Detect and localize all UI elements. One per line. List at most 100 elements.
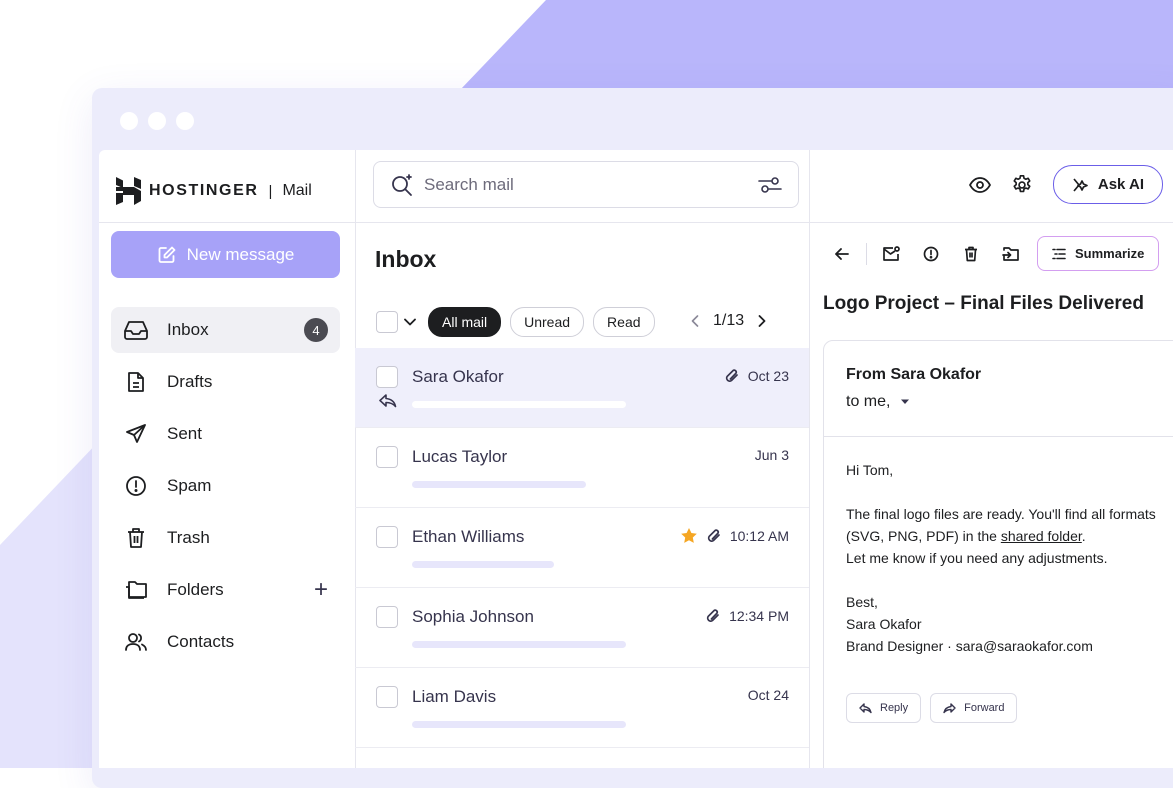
signature-name: Sara Okafor	[846, 616, 922, 632]
sidebar-item-label: Spam	[167, 476, 212, 495]
reply-button[interactable]: Reply	[846, 693, 922, 723]
sidebar-item-spam[interactable]: Spam	[111, 463, 340, 509]
brand[interactable]: HOSTINGER | Mail	[116, 177, 312, 205]
toolbar-divider	[866, 242, 867, 265]
summarize-button[interactable]: Summarize	[1037, 236, 1160, 271]
row-meta: 10:12 AM	[680, 527, 789, 545]
filter-settings-icon[interactable]	[758, 175, 782, 195]
chevron-left-icon[interactable]	[691, 315, 699, 327]
row-date: Jun 3	[754, 447, 789, 463]
new-message-label: New message	[186, 244, 295, 264]
window-dot[interactable]	[120, 112, 138, 130]
chevron-down-icon[interactable]	[404, 318, 416, 326]
email-to: to me,	[846, 393, 891, 410]
row-meta: Oct 24	[748, 687, 789, 703]
list-item[interactable]: Sara Okafor Oct 23	[355, 348, 809, 428]
folder-icon	[123, 577, 149, 603]
ask-ai-label: Ask AI	[1097, 176, 1144, 193]
select-all-checkbox[interactable]	[376, 311, 398, 333]
sender-name: Ethan Williams	[412, 527, 525, 546]
attachment-icon	[725, 369, 738, 382]
move-button[interactable]	[1001, 244, 1021, 264]
row-checkbox[interactable]	[376, 446, 398, 468]
ask-ai-button[interactable]: Ask AI	[1052, 165, 1163, 204]
mail-list-pane: Search mail Inbox All mail Unread Read 1…	[355, 150, 810, 768]
sender-name: Sara Okafor	[412, 367, 504, 386]
email-paragraph: The final logo files are ready. You'll f…	[846, 503, 1173, 547]
forward-icon	[943, 702, 956, 713]
row-date: Oct 24	[747, 687, 789, 703]
list-summary-icon	[1052, 248, 1066, 259]
drafts-icon	[123, 369, 149, 395]
unread-count-badge: 4	[304, 318, 328, 342]
hostinger-logo-icon	[116, 177, 141, 205]
email-actions: Reply Forward	[846, 693, 1018, 723]
sidebar-item-label: Inbox	[167, 320, 209, 339]
filter-all-mail[interactable]: All mail	[428, 307, 502, 337]
row-checkbox[interactable]	[376, 366, 398, 388]
email-card: From Sara Okafor to me, Hi Tom, The fina…	[823, 340, 1173, 768]
email-subject: Logo Project – Final Files Delivered	[823, 293, 1144, 314]
shared-folder-link[interactable]: shared folder	[1001, 528, 1082, 544]
sidebar-item-label: Sent	[167, 424, 202, 443]
sidebar-item-inbox[interactable]: Inbox 4	[111, 307, 340, 353]
list-item[interactable]: Liam Davis Oct 24	[355, 668, 809, 748]
reply-label: Reply	[880, 702, 909, 714]
filter-unread[interactable]: Unread	[510, 307, 585, 337]
sidebar-item-label: Folders	[167, 580, 224, 599]
mark-unread-button[interactable]	[881, 244, 901, 264]
chevron-right-icon[interactable]	[758, 315, 766, 327]
email-header	[824, 341, 1173, 437]
search-bar[interactable]: Search mail	[373, 161, 799, 208]
row-checkbox[interactable]	[376, 686, 398, 708]
email-greeting: Hi Tom,	[846, 462, 894, 478]
new-message-button[interactable]: New message	[111, 231, 340, 278]
preview-placeholder	[412, 561, 554, 568]
sender-name: Lucas Taylor	[412, 447, 508, 466]
window-dot[interactable]	[148, 112, 166, 130]
window-controls	[120, 112, 194, 130]
summarize-label: Summarize	[1075, 246, 1145, 261]
preview-placeholder	[412, 641, 626, 648]
mail-filters: All mail Unread Read	[376, 307, 664, 337]
attachment-icon	[707, 529, 720, 542]
email-body: Hi Tom, The final logo files are ready. …	[846, 459, 1173, 657]
page-title: Inbox	[375, 246, 437, 272]
email-recipients[interactable]: to me,	[846, 393, 910, 411]
list-item[interactable]: Ethan Williams 10:12 AM	[355, 508, 809, 588]
preview-placeholder	[412, 401, 626, 408]
arrow-left-icon	[835, 247, 849, 260]
preview-placeholder	[412, 721, 626, 728]
preview-placeholder	[412, 481, 586, 488]
filter-read[interactable]: Read	[593, 307, 655, 337]
back-button[interactable]	[832, 244, 852, 264]
mail-list: Sara Okafor Oct 23 Lucas Taylor Jun 3 Et…	[355, 348, 809, 748]
row-checkbox[interactable]	[376, 606, 398, 628]
sidebar-item-drafts[interactable]: Drafts	[111, 359, 340, 405]
page-indicator: 1/13	[713, 312, 745, 329]
list-item[interactable]: Lucas Taylor Jun 3	[355, 428, 809, 508]
row-checkbox[interactable]	[376, 526, 398, 548]
sidebar-item-contacts[interactable]: Contacts	[111, 619, 340, 665]
report-spam-button[interactable]	[921, 244, 941, 264]
forward-label: Forward	[964, 702, 1005, 714]
list-item[interactable]: Sophia Johnson 12:34 PM	[355, 588, 809, 668]
eye-icon[interactable]	[968, 176, 991, 193]
row-meta: 12:34 PM	[705, 607, 789, 625]
delete-button[interactable]	[961, 244, 981, 264]
row-meta: Oct 23	[724, 367, 789, 385]
add-folder-button[interactable]: +	[314, 578, 328, 602]
star-icon[interactable]	[680, 527, 698, 545]
caret-down-icon	[901, 399, 910, 404]
sidebar-item-sent[interactable]: Sent	[111, 411, 340, 457]
reply-icon	[859, 702, 872, 713]
forward-button[interactable]: Forward	[930, 693, 1018, 723]
sidebar-item-folders[interactable]: Folders +	[111, 567, 340, 613]
row-meta: Jun 3	[755, 447, 789, 463]
window-dot[interactable]	[176, 112, 194, 130]
mail-unread-icon	[883, 245, 900, 261]
gear-icon[interactable]	[1011, 174, 1033, 196]
search-input[interactable]: Search mail	[424, 175, 758, 195]
sidebar-item-trash[interactable]: Trash	[111, 515, 340, 561]
sender-name: Liam Davis	[412, 687, 497, 706]
